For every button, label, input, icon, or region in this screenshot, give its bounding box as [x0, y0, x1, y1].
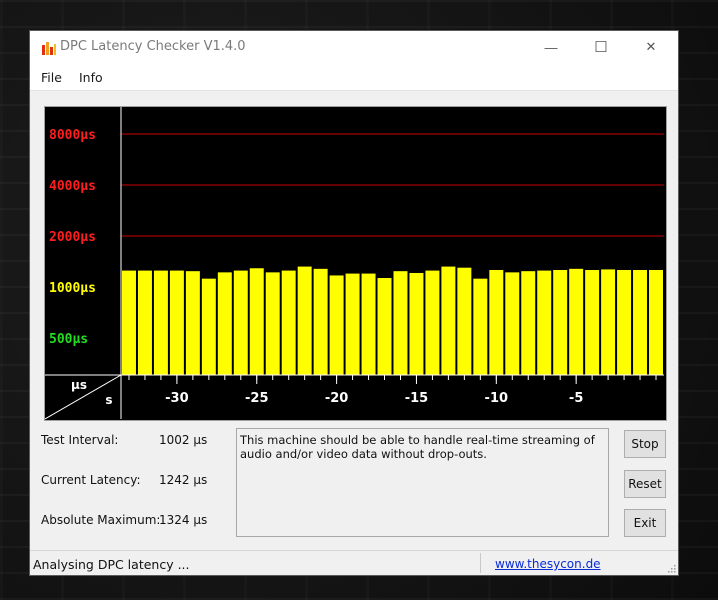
latency-bar-9: [265, 272, 280, 375]
latency-bar-19: [425, 270, 440, 375]
latency-bar-13: [329, 275, 344, 375]
y-tick-label-3: 2000µs: [49, 230, 96, 245]
maximize-icon: ☐: [594, 39, 608, 56]
latency-bar-28: [569, 268, 584, 375]
status-message: This machine should be able to handle re…: [240, 433, 595, 461]
absolute-maximum-value: 1324 µs: [159, 513, 208, 527]
latency-bar-17: [393, 271, 408, 375]
bar-chart-app-icon: [42, 42, 56, 55]
latency-bar-3: [169, 270, 184, 375]
exit-button[interactable]: Exit: [624, 509, 666, 537]
x-tick-label-2: -20: [325, 391, 349, 406]
latency-bar-24: [505, 272, 520, 375]
latency-bar-11: [297, 266, 312, 375]
latency-bar-2: [153, 270, 168, 375]
latency-bar-8: [249, 268, 264, 375]
x-tick-label-0: -30: [165, 391, 189, 406]
latency-bar-22: [473, 278, 488, 375]
menu-bar: File Info: [30, 63, 678, 91]
latency-bar-0: [122, 270, 136, 375]
x-tick-label-5: -5: [569, 391, 583, 406]
main-window: DPC Latency Checker V1.4.0 — ☐ ✕ File In…: [29, 30, 679, 576]
close-button[interactable]: ✕: [628, 31, 674, 63]
x-tick-label-3: -15: [405, 391, 429, 406]
absolute-maximum-label: Absolute Maximum:: [41, 513, 161, 527]
close-icon: ✕: [645, 39, 657, 54]
latency-bar-5: [201, 278, 216, 375]
menu-file[interactable]: File: [41, 70, 62, 85]
x-tick-label-4: -10: [485, 391, 509, 406]
status-message-box: This machine should be able to handle re…: [236, 428, 609, 537]
latency-bar-7: [233, 270, 248, 375]
latency-bar-10: [281, 270, 296, 375]
latency-bar-26: [537, 270, 552, 375]
status-separator: [480, 553, 481, 573]
maximize-button[interactable]: ☐: [578, 31, 624, 63]
latency-chart-svg: 16000µs8000µs4000µs2000µs1000µs500µs-30-…: [45, 107, 664, 420]
x-unit-label: s: [105, 393, 112, 407]
status-text: Analysing DPC latency ...: [33, 557, 190, 572]
latency-bar-23: [489, 269, 504, 375]
y-tick-label-1: 8000µs: [49, 128, 96, 143]
reset-button[interactable]: Reset: [624, 470, 666, 498]
latency-bar-15: [361, 273, 376, 375]
latency-bar-30: [601, 269, 616, 375]
test-interval-value: 1002 µs: [159, 433, 208, 447]
y-unit-label: µs: [71, 378, 87, 392]
minimize-button[interactable]: —: [528, 31, 574, 63]
latency-bar-18: [409, 272, 424, 375]
window-title: DPC Latency Checker V1.4.0: [60, 39, 246, 54]
current-latency-label: Current Latency:: [41, 473, 141, 487]
latency-bar-33: [649, 269, 663, 375]
menu-info[interactable]: Info: [79, 70, 103, 85]
y-tick-label-4: 1000µs: [49, 281, 96, 296]
website-link[interactable]: www.thesycon.de: [495, 557, 601, 571]
resize-grip-icon[interactable]: [666, 563, 676, 573]
latency-bar-4: [185, 271, 200, 375]
status-bar: Analysing DPC latency ... www.thesycon.d…: [30, 550, 678, 575]
x-tick-label-1: -25: [245, 391, 269, 406]
latency-bar-1: [137, 270, 152, 375]
latency-bar-16: [377, 278, 392, 375]
y-tick-label-5: 500µs: [49, 332, 88, 347]
latency-bar-32: [633, 269, 648, 375]
minimize-icon: —: [544, 39, 558, 55]
latency-chart: 16000µs8000µs4000µs2000µs1000µs500µs-30-…: [44, 106, 667, 421]
latency-bar-14: [345, 273, 360, 375]
latency-bar-29: [585, 269, 600, 375]
stop-button[interactable]: Stop: [624, 430, 666, 458]
latency-bar-25: [521, 271, 536, 375]
latency-bar-31: [617, 269, 632, 375]
y-tick-label-2: 4000µs: [49, 179, 96, 194]
current-latency-value: 1242 µs: [159, 473, 208, 487]
latency-bar-21: [457, 267, 472, 375]
title-bar[interactable]: DPC Latency Checker V1.4.0 — ☐ ✕: [30, 31, 678, 63]
latency-bar-20: [441, 266, 456, 375]
latency-bar-12: [313, 268, 328, 375]
latency-bar-6: [217, 272, 232, 375]
latency-bar-27: [553, 269, 568, 375]
test-interval-label: Test Interval:: [41, 433, 119, 447]
